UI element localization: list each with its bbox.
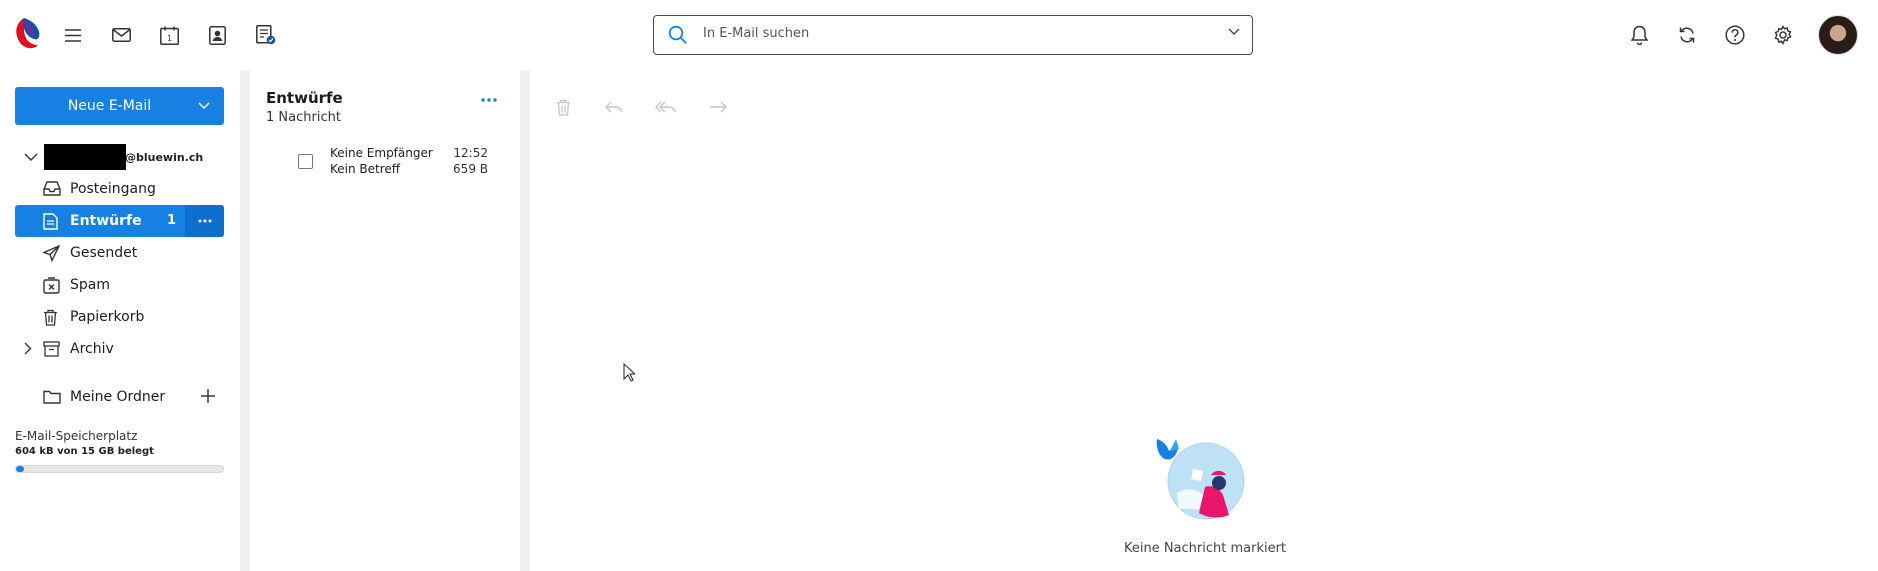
panel-divider bbox=[520, 70, 530, 571]
avatar[interactable] bbox=[1818, 15, 1858, 55]
top-bar: 1 bbox=[0, 0, 1878, 70]
storage-bar bbox=[15, 465, 224, 473]
inbox-icon bbox=[43, 181, 61, 197]
more-options-icon[interactable] bbox=[185, 205, 224, 237]
my-folders[interactable]: Meine Ordner bbox=[15, 381, 224, 413]
empty-state-text: Keine Nachricht markiert bbox=[1123, 541, 1287, 556]
add-folder-icon[interactable] bbox=[201, 389, 215, 403]
search-input[interactable] bbox=[703, 26, 1183, 41]
folder-label: Papierkorb bbox=[70, 309, 145, 325]
mail-icon[interactable] bbox=[109, 24, 133, 46]
send-icon bbox=[43, 245, 61, 262]
message-size: 659 B bbox=[453, 162, 488, 176]
list-subtitle: 1 Nachricht bbox=[266, 110, 341, 125]
menu-icon[interactable] bbox=[61, 24, 85, 46]
chevron-right-icon[interactable] bbox=[24, 342, 32, 355]
message-row[interactable]: Keine Empfänger Kein Betreff 12:52 659 B bbox=[250, 142, 520, 182]
forward-icon[interactable] bbox=[706, 97, 730, 117]
draft-icon bbox=[43, 213, 61, 230]
refresh-icon[interactable] bbox=[1675, 24, 1699, 46]
settings-icon[interactable] bbox=[1771, 24, 1795, 46]
unread-count-badge: 1 bbox=[167, 213, 177, 228]
search-icon bbox=[668, 25, 688, 45]
chevron-down-icon[interactable] bbox=[184, 87, 224, 125]
message-subject: Kein Betreff bbox=[330, 162, 401, 176]
storage-bar-fill bbox=[16, 466, 25, 472]
delete-icon[interactable] bbox=[551, 97, 575, 117]
new-mail-button[interactable]: Neue E-Mail bbox=[15, 87, 224, 125]
list-title: Entwürfe bbox=[266, 89, 343, 107]
folder-label: Spam bbox=[70, 277, 110, 293]
spam-icon bbox=[43, 277, 61, 294]
folder-posteingang[interactable]: Posteingang bbox=[15, 173, 224, 205]
folder-gesendet[interactable]: Gesendet bbox=[15, 237, 224, 269]
swisscom-logo[interactable] bbox=[10, 15, 42, 53]
svg-text:1: 1 bbox=[166, 34, 171, 43]
message-from: Keine Empfänger bbox=[330, 146, 433, 160]
account-header[interactable]: @bluewin.ch bbox=[24, 144, 203, 170]
reply-icon[interactable] bbox=[602, 97, 626, 117]
contacts-icon[interactable] bbox=[205, 24, 229, 46]
folder-spam[interactable]: Spam bbox=[15, 269, 224, 301]
folder-label: Gesendet bbox=[70, 245, 138, 261]
folder-label: Entwürfe bbox=[70, 213, 142, 229]
more-options-icon[interactable] bbox=[481, 98, 497, 102]
notes-icon[interactable] bbox=[254, 24, 278, 46]
redacted-account-name bbox=[44, 144, 126, 170]
folder-label: Meine Ordner bbox=[70, 389, 166, 405]
calendar-icon[interactable]: 1 bbox=[157, 24, 181, 46]
reply-all-icon[interactable] bbox=[654, 97, 678, 117]
archive-icon bbox=[43, 341, 61, 357]
storage-label: E-Mail-Speicherplatz bbox=[15, 429, 138, 443]
new-mail-label[interactable]: Neue E-Mail bbox=[15, 87, 184, 125]
search-box[interactable] bbox=[653, 15, 1253, 55]
folder-label: Archiv bbox=[70, 341, 114, 357]
mouse-cursor-icon bbox=[623, 363, 635, 382]
chevron-down-icon[interactable] bbox=[24, 153, 40, 162]
help-icon[interactable] bbox=[1723, 24, 1747, 46]
folder-archiv[interactable]: Archiv bbox=[15, 333, 224, 365]
folder-entwuerfe[interactable]: Entwürfe 1 bbox=[15, 205, 224, 237]
panel-divider bbox=[240, 70, 250, 571]
account-domain: @bluewin.ch bbox=[125, 150, 204, 164]
chevron-down-icon[interactable] bbox=[1228, 28, 1240, 36]
message-checkbox[interactable] bbox=[298, 154, 313, 169]
trash-icon bbox=[43, 309, 61, 326]
message-time: 12:52 bbox=[453, 146, 488, 160]
storage-value: 604 kB von 15 GB belegt bbox=[15, 446, 154, 457]
bell-icon[interactable] bbox=[1627, 24, 1651, 46]
folder-label: Posteingang bbox=[70, 181, 156, 197]
folder-papierkorb[interactable]: Papierkorb bbox=[15, 301, 224, 333]
folder-icon bbox=[43, 389, 61, 405]
empty-state-illustration bbox=[1155, 435, 1245, 520]
